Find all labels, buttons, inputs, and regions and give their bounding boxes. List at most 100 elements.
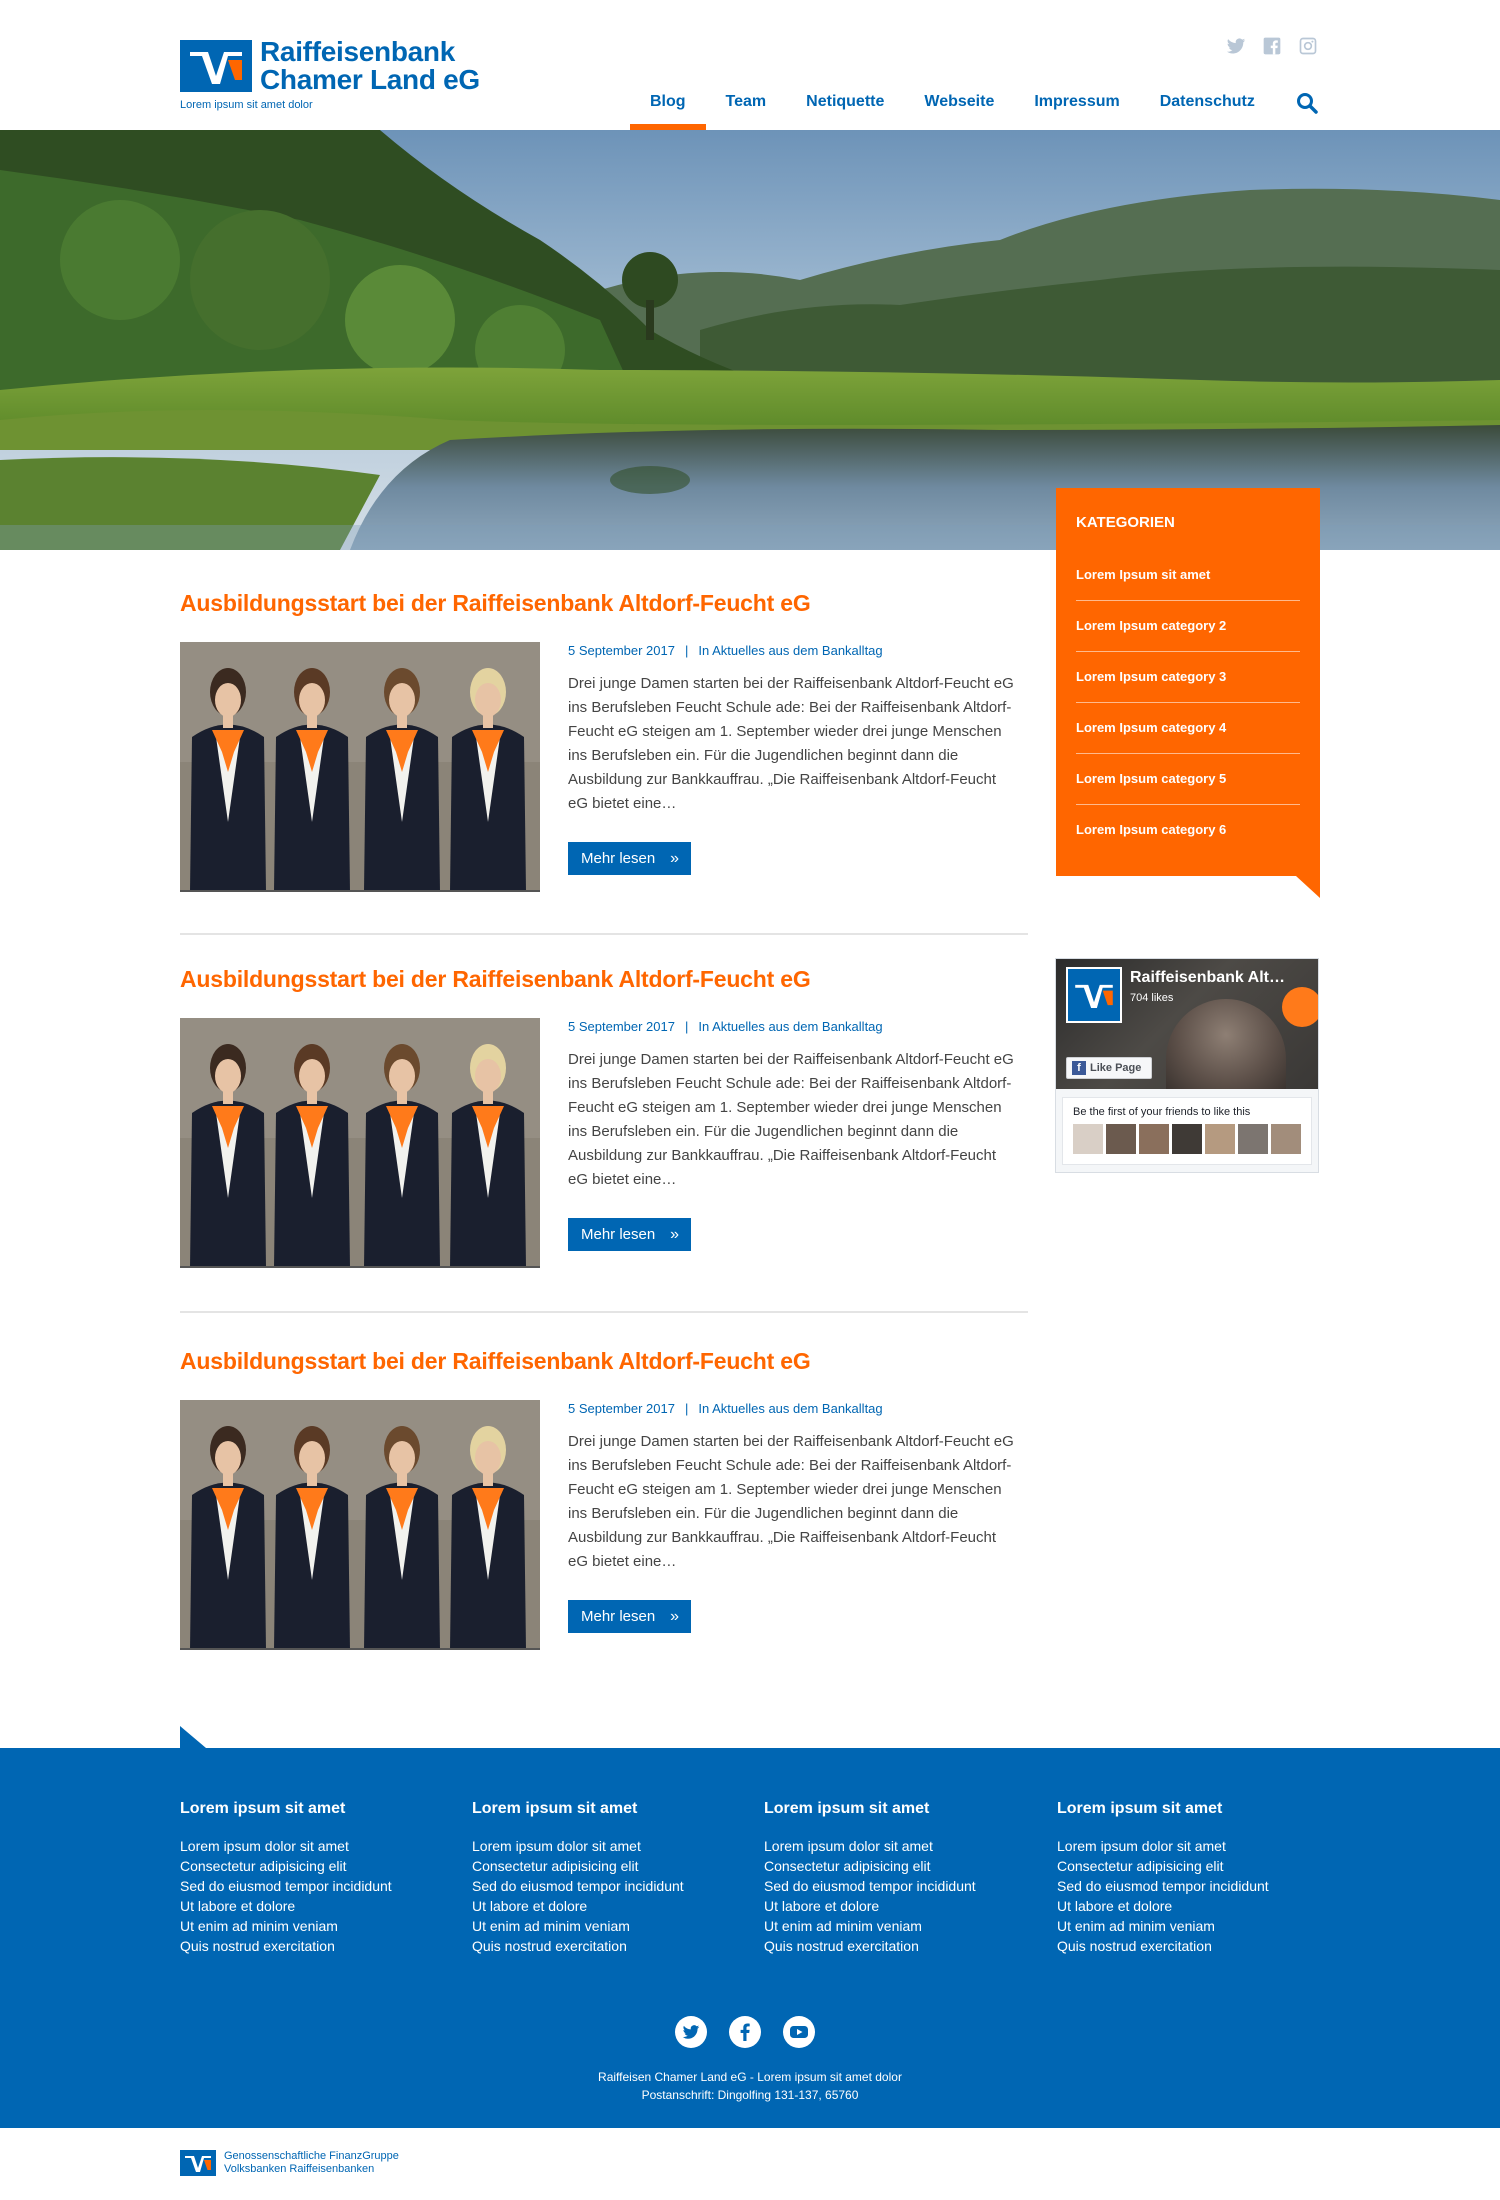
footer-link[interactable]: Sed do eiusmod tempor incididunt [1057,1876,1317,1896]
footer-column-title: Lorem ipsum sit amet [764,1800,930,1817]
like-button-label: Like Page [1090,1062,1142,1074]
post-image[interactable] [180,1018,540,1268]
nav-item-blog[interactable]: Blog [630,84,706,130]
post-excerpt: Drei junge Damen starten bei der Raiffei… [568,675,1014,812]
avatar[interactable] [1205,1124,1235,1154]
facebook-friends-panel: Be the first of your friends to like thi… [1062,1097,1312,1165]
search-icon[interactable] [1296,92,1318,114]
double-chevron-right-icon: » [670,1226,679,1243]
partner-logo-mark-icon [180,2150,216,2176]
footer-link[interactable]: Ut labore et dolore [764,1896,1024,1916]
footer-link[interactable]: Consectetur adipisicing elit [180,1856,440,1876]
footer-column: Lorem ipsum sit amet Lorem ipsum dolor s… [180,1800,440,1956]
brand-name-line1: Raiffeisenbank [260,36,455,67]
post-date: 5 September 2017 [568,1401,675,1416]
post-category-link[interactable]: In Aktuelles aus dem Bankalltag [698,643,882,658]
nav-item-team[interactable]: Team [706,84,787,130]
partner-line1: Genossenschaftliche FinanzGruppe [224,2150,399,2162]
footer-link[interactable]: Consectetur adipisicing elit [764,1856,1024,1876]
nav-item-webseite[interactable]: Webseite [904,84,1014,130]
footer-link[interactable]: Quis nostrud exercitation [472,1936,732,1956]
footer-column: Lorem ipsum sit amet Lorem ipsum dolor s… [472,1800,732,1956]
post-date: 5 September 2017 [568,1019,675,1034]
post-category-link[interactable]: In Aktuelles aus dem Bankalltag [698,1401,882,1416]
facebook-icon: f [1072,1061,1086,1075]
footer-link[interactable]: Quis nostrud exercitation [180,1936,440,1956]
avatar[interactable] [1073,1124,1103,1154]
footer-column: Lorem ipsum sit amet Lorem ipsum dolor s… [1057,1800,1317,1956]
post-image[interactable] [180,642,540,892]
nav-item-impressum[interactable]: Impressum [1014,84,1139,130]
post-divider [180,933,1028,935]
footer-column-title: Lorem ipsum sit amet [180,1800,346,1817]
facebook-icon[interactable] [1262,36,1282,56]
footer-link[interactable]: Consectetur adipisicing elit [1057,1856,1317,1876]
category-item[interactable]: Lorem Ipsum category 4 [1076,703,1300,754]
nav-item-netiquette[interactable]: Netiquette [786,84,904,130]
footer-link[interactable]: Ut enim ad minim veniam [1057,1916,1317,1936]
facebook-friends-text: Be the first of your friends to like thi… [1073,1106,1251,1118]
footer-link[interactable]: Ut enim ad minim veniam [180,1916,440,1936]
twitter-icon[interactable] [675,2016,707,2048]
category-item[interactable]: Lorem Ipsum category 5 [1076,754,1300,805]
facebook-page-name[interactable]: Raiffeisenbank Alt… [1130,969,1285,987]
instagram-icon[interactable] [1298,36,1318,56]
footer-link[interactable]: Lorem ipsum dolor sit amet [472,1836,732,1856]
brand-logo[interactable]: Raiffeisenbank Chamer Land eG [180,38,480,94]
meta-separator: | [684,643,689,658]
footer-link[interactable]: Ut labore et dolore [180,1896,440,1916]
read-more-label: Mehr lesen [581,850,656,867]
footer-link[interactable]: Sed do eiusmod tempor incididunt [764,1876,1024,1896]
footer-link[interactable]: Lorem ipsum dolor sit amet [180,1836,440,1856]
category-item[interactable]: Lorem Ipsum sit amet [1076,550,1300,601]
footer-link[interactable]: Consectetur adipisicing elit [472,1856,732,1876]
post-title[interactable]: Ausbildungsstart bei der Raiffeisenbank … [180,1348,1028,1375]
double-chevron-right-icon: » [670,1608,679,1625]
footer-notch [180,1726,206,1748]
post-date: 5 September 2017 [568,643,675,658]
post-title[interactable]: Ausbildungsstart bei der Raiffeisenbank … [180,590,1028,617]
facebook-widget: Raiffeisenbank Alt… 704 likes f Like Page… [1055,958,1319,1173]
footer-link[interactable]: Quis nostrud exercitation [764,1936,1024,1956]
double-chevron-right-icon: » [670,850,679,867]
footer-link[interactable]: Lorem ipsum dolor sit amet [1057,1836,1317,1856]
avatar[interactable] [1172,1124,1202,1154]
facebook-icon[interactable] [729,2016,761,2048]
category-item[interactable]: Lorem Ipsum category 2 [1076,601,1300,652]
footer-link[interactable]: Ut labore et dolore [472,1896,732,1916]
twitter-icon[interactable] [1226,36,1246,56]
footer-link[interactable]: Sed do eiusmod tempor incididunt [180,1876,440,1896]
post-title[interactable]: Ausbildungsstart bei der Raiffeisenbank … [180,966,1028,993]
site-header: Raiffeisenbank Chamer Land eG Lorem ipsu… [0,0,1500,130]
post-excerpt: Drei junge Damen starten bei der Raiffei… [568,1051,1014,1188]
post-image[interactable] [180,1400,540,1650]
facebook-like-button[interactable]: f Like Page [1066,1057,1152,1079]
post-divider [180,1311,1028,1313]
logo-mark-icon [180,40,252,92]
partner-logo[interactable]: Genossenschaftliche FinanzGruppe Volksba… [180,2150,399,2176]
category-item[interactable]: Lorem Ipsum category 3 [1076,652,1300,703]
post-category-link[interactable]: In Aktuelles aus dem Bankalltag [698,1019,882,1034]
read-more-button[interactable]: Mehr lesen » [568,842,691,875]
avatar[interactable] [1271,1124,1301,1154]
footer-link[interactable]: Ut enim ad minim veniam [764,1916,1024,1936]
cover-person [1166,999,1286,1089]
nav-item-datenschutz[interactable]: Datenschutz [1140,84,1275,130]
partner-logo-text: Genossenschaftliche FinanzGruppe Volksba… [224,2150,399,2176]
read-more-button[interactable]: Mehr lesen » [568,1218,691,1251]
footer-link[interactable]: Quis nostrud exercitation [1057,1936,1317,1956]
avatar[interactable] [1139,1124,1169,1154]
main-nav: Blog Team Netiquette Webseite Impressum … [630,84,1275,130]
read-more-button[interactable]: Mehr lesen » [568,1600,691,1633]
avatar[interactable] [1106,1124,1136,1154]
category-item[interactable]: Lorem Ipsum category 6 [1076,805,1300,856]
footer-link[interactable]: Lorem ipsum dolor sit amet [764,1836,1024,1856]
site-footer: Lorem ipsum sit amet Lorem ipsum dolor s… [0,1748,1500,2128]
footer-link[interactable]: Sed do eiusmod tempor incididunt [472,1876,732,1896]
footer-link[interactable]: Ut labore et dolore [1057,1896,1317,1916]
facebook-page-avatar[interactable] [1066,967,1122,1023]
footer-link[interactable]: Ut enim ad minim veniam [472,1916,732,1936]
youtube-icon[interactable] [783,2016,815,2048]
avatar[interactable] [1238,1124,1268,1154]
categories-list: Lorem Ipsum sit amet Lorem Ipsum categor… [1076,550,1300,856]
